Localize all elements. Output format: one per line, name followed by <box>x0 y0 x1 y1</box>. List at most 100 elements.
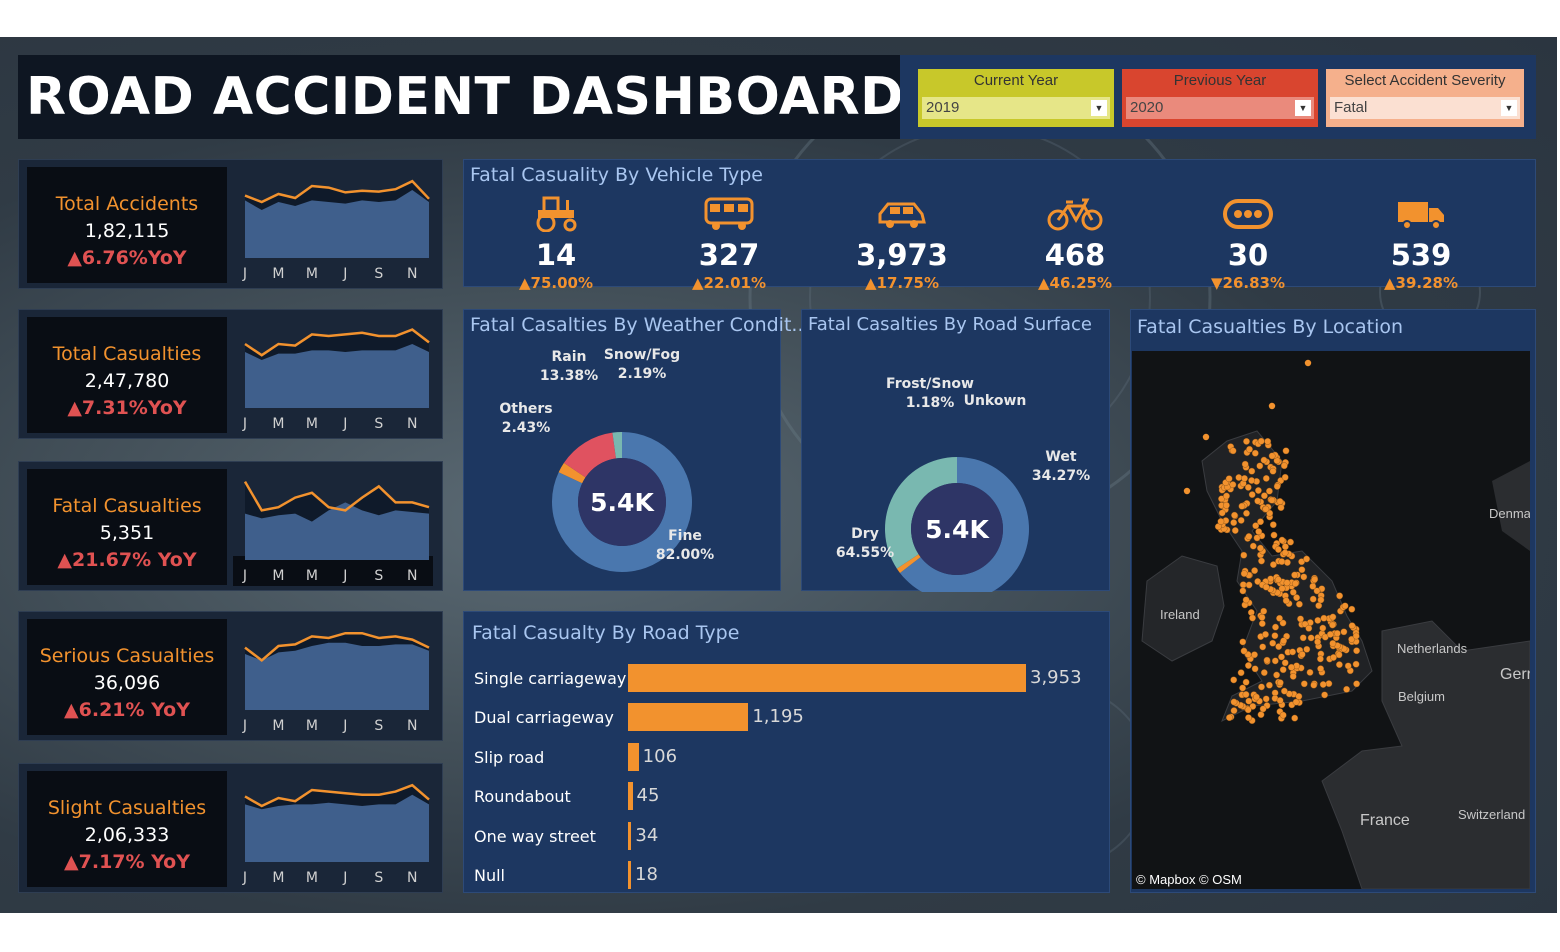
accident-point <box>1253 534 1261 542</box>
accident-point <box>1245 662 1252 669</box>
kpi-card-fatal-casualties[interactable]: Fatal Casualties 5,351 ▲21.67% YoY J M M J S… <box>18 461 443 591</box>
road-type-bar[interactable] <box>628 742 639 771</box>
kpi-name: Serious Casualties <box>39 645 215 667</box>
chevron-down-icon[interactable]: ▼ <box>1295 100 1311 116</box>
accident-point <box>1265 681 1273 689</box>
accident-point <box>1280 687 1288 695</box>
accident-point <box>1300 680 1308 688</box>
previous-year-label: Previous Year <box>1173 72 1267 89</box>
accident-point <box>1316 655 1324 663</box>
vehicle-item-other[interactable]: 30 ▼26.83% <box>1178 196 1318 292</box>
severity-label: Select Accident Severity <box>1344 72 1506 89</box>
current-year-select[interactable]: 2019 ▼ <box>922 97 1110 119</box>
accident-point <box>1248 467 1256 475</box>
accident-point <box>1348 605 1356 613</box>
accident-point <box>1280 637 1288 645</box>
accident-point <box>1295 600 1303 608</box>
kpi-yoy: ▲7.17% YoY <box>64 851 190 873</box>
month-tick-label: M <box>272 266 284 282</box>
vehicle-change: ▲75.00% <box>518 274 593 292</box>
month-tick-label: J <box>242 568 247 584</box>
accident-point <box>1292 698 1300 706</box>
map-label-germany: Gerr <box>1500 666 1530 683</box>
accident-point <box>1303 555 1311 563</box>
road-type-value: 3,953 <box>1030 667 1082 688</box>
road-type-label: Roundabout <box>474 787 571 807</box>
vehicle-change: ▲39.28% <box>1383 274 1458 292</box>
accident-point <box>1251 567 1259 575</box>
accident-point <box>1329 621 1336 629</box>
accident-point <box>1352 632 1360 640</box>
accident-point <box>1253 693 1260 701</box>
accident-point <box>1269 639 1277 647</box>
kpi-card-total-casualties[interactable]: Total Casualties 2,47,780 ▲7.31%YoY J M M J… <box>18 309 443 439</box>
road-type-bar[interactable] <box>628 861 631 889</box>
vehicle-item-bus[interactable]: 327 ▲22.01% <box>659 196 799 292</box>
accident-point <box>1276 697 1284 704</box>
accident-point <box>1344 662 1352 670</box>
accident-point <box>1299 634 1307 642</box>
accident-point <box>1239 684 1247 692</box>
accident-point <box>1343 685 1351 693</box>
accident-point <box>1257 518 1264 526</box>
accident-point <box>1269 561 1277 569</box>
road-type-bar[interactable] <box>628 821 632 850</box>
accident-point <box>1273 482 1281 490</box>
month-tick-label: S <box>374 568 383 584</box>
kpi-card-total-accidents[interactable]: Total Accidents 1,82,115 ▲6.76%YoY J M M J S… <box>18 159 443 289</box>
accident-point <box>1230 698 1238 706</box>
vehicle-item-truck[interactable]: 539 ▲39.28% <box>1351 196 1491 292</box>
current-year-filter[interactable]: Current Year 2019 ▼ <box>918 69 1114 127</box>
accident-point <box>1241 475 1248 482</box>
month-tick-label: S <box>374 870 383 886</box>
severity-filter[interactable]: Select Accident Severity Fatal ▼ <box>1326 69 1524 127</box>
accident-point <box>1276 614 1283 622</box>
accident-point <box>1319 624 1327 632</box>
accident-point <box>1239 581 1247 589</box>
road-type-bar[interactable] <box>628 703 749 732</box>
vehicle-item-car[interactable]: 3,973 ▲17.75% <box>832 196 972 292</box>
road-type-label: One way street <box>474 826 596 846</box>
severity-select[interactable]: Fatal ▼ <box>1330 97 1520 119</box>
accident-point <box>1289 588 1297 596</box>
car-icon <box>878 202 926 228</box>
vehicle-value: 539 <box>1390 238 1452 272</box>
vehicle-item-tractor[interactable]: 14 ▲75.00% <box>486 196 626 292</box>
accident-point <box>1262 695 1270 703</box>
accident-point <box>1235 474 1243 481</box>
accident-point <box>1289 648 1297 656</box>
donut-total-label: 5.4K <box>590 488 655 517</box>
sparkline-chart: JMMJSN <box>233 480 433 586</box>
weather-rain-name: Rain <box>551 349 587 365</box>
kpi-text-box: Total Accidents 1,82,115 ▲6.76%YoY <box>27 167 227 283</box>
road-type-label: Null <box>474 866 505 885</box>
surface-wet-name: Wet <box>1045 449 1077 465</box>
accident-point <box>1314 638 1322 646</box>
road-type-bar[interactable] <box>628 782 633 811</box>
accident-point <box>1262 505 1270 513</box>
kpi-card-serious-casualties[interactable]: Serious Casualties 36,096 ▲6.21% YoY J M M… <box>18 611 443 741</box>
chevron-down-icon[interactable]: ▼ <box>1501 100 1517 116</box>
accident-point <box>1246 445 1253 453</box>
map-panel-title: Fatal Casualties By Location <box>1137 316 1404 338</box>
previous-year-select[interactable]: 2020 ▼ <box>1126 97 1314 119</box>
accident-point <box>1251 449 1259 457</box>
accident-point <box>1254 497 1262 505</box>
kpi-text-box: Slight Casualties 2,06,333 ▲7.17% YoY <box>27 771 227 887</box>
accident-point <box>1259 643 1267 651</box>
location-map[interactable]: Ireland Netherlands Belgium France Switz… <box>1132 351 1530 889</box>
month-tick-label: J <box>342 870 347 886</box>
chevron-down-icon[interactable]: ▼ <box>1091 100 1107 116</box>
previous-year-filter[interactable]: Previous Year 2020 ▼ <box>1122 69 1318 127</box>
accident-point <box>1319 681 1327 688</box>
accident-point <box>1223 501 1230 509</box>
vehicle-item-bicycle[interactable]: 468 ▲46.25% <box>1005 196 1145 292</box>
accident-point <box>1258 613 1266 621</box>
kpi-card-slight-casualties[interactable]: Slight Casualties 2,06,333 ▲7.17% YoY J M… <box>18 763 443 893</box>
accident-point <box>1278 653 1285 661</box>
map-canvas[interactable]: Ireland Netherlands Belgium France Switz… <box>1132 351 1530 889</box>
month-tick-label: J <box>342 568 347 584</box>
surface-dry-label: Dry 64.55% <box>832 525 898 563</box>
accident-point <box>1281 549 1289 557</box>
road-type-bar[interactable] <box>628 664 1026 692</box>
